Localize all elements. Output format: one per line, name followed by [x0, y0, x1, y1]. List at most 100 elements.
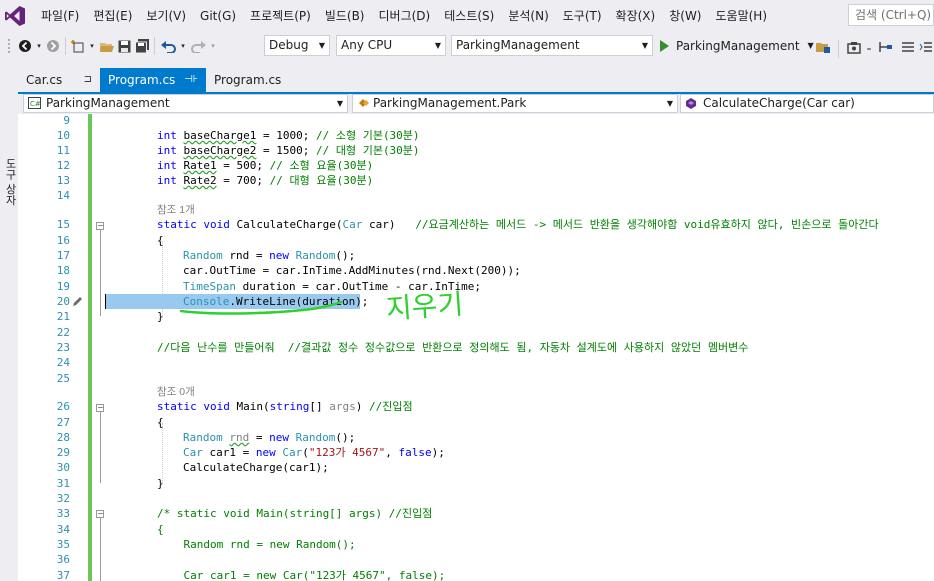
code-line-selected: 20 Console.WriteLine(duration);	[18, 294, 934, 309]
references-codelens[interactable]: 참조 0개	[157, 386, 195, 399]
tool-folder-icon[interactable]	[812, 36, 834, 58]
code-editor[interactable]: − − − 9 10 int baseCharge1 = 1000; // 소형…	[18, 114, 934, 581]
code-text: CalculateCharge(car1);	[183, 461, 329, 474]
code-line: 13 int Rate2 = 700; // 대형 요율(30분)	[18, 173, 934, 188]
code-line: 9	[18, 114, 934, 128]
chevron-down-icon: ▼	[641, 41, 648, 50]
code-line: 37 Car car1 = new Car("123가 4567", false…	[18, 568, 934, 581]
startup-project-value: ParkingManagement	[456, 38, 580, 52]
code-line: 29 Car car1 = new Car("123가 4567", false…	[18, 445, 934, 460]
undo-icon[interactable]	[158, 35, 178, 57]
line-number: 28	[56, 431, 70, 444]
configuration-dropdown[interactable]: Debug ▼	[264, 35, 330, 56]
code-line: 12 int Rate1 = 500; // 소형 요율(30분)	[18, 158, 934, 173]
code-text: int baseCharge1 = 1000; // 소형 기본(30분)	[157, 129, 420, 142]
start-debugging-button[interactable]: ParkingManagement ▼	[660, 35, 814, 56]
member-nav-value: CalculateCharge(Car car)	[703, 96, 855, 110]
menu-analyze[interactable]: 분석(N)	[501, 0, 555, 32]
tab-program-cs-active[interactable]: Program.cs ⊣⊦	[100, 68, 206, 92]
line-number: 32	[56, 492, 70, 505]
line-number: 35	[56, 538, 70, 551]
code-line: 35 Random rnd = new Random();	[18, 537, 934, 552]
code-text: Car car1 = new Car("123가 4567", false);	[183, 446, 445, 459]
code-line: 30 CalculateCharge(car1);	[18, 460, 934, 475]
chevron-down-icon: ▼	[666, 99, 673, 108]
configuration-value: Debug	[269, 38, 309, 52]
line-number: 25	[56, 372, 70, 385]
platform-dropdown[interactable]: Any CPU ▼	[336, 35, 446, 56]
line-number: 23	[56, 341, 70, 354]
line-number: 15	[56, 218, 70, 231]
menu-help[interactable]: 도움말(H)	[709, 0, 775, 32]
toolbar-separator	[65, 37, 66, 55]
startup-project-dropdown[interactable]: ParkingManagement ▼	[451, 35, 653, 56]
menu-extensions[interactable]: 확장(X)	[609, 0, 663, 32]
code-line: 11 int baseCharge2 = 1500; // 대형 기본(30분)	[18, 143, 934, 158]
code-text: int Rate2 = 700; // 대형 요율(30분)	[157, 174, 374, 187]
menu-test[interactable]: 테스트(S)	[437, 0, 501, 32]
new-project-icon[interactable]	[69, 35, 87, 57]
redo-icon[interactable]	[188, 35, 208, 57]
forward-icon[interactable]	[44, 35, 62, 57]
code-comment: //다음 난수를 만들어줘 //결과값 정수 정수값으로 반환으로 정의해도 됨…	[157, 341, 749, 354]
screenshot-icon[interactable]	[845, 36, 863, 58]
toolbox-tab[interactable]: 도구 상자	[2, 158, 18, 206]
tab-car-cs[interactable]: Car.cs ⊐	[18, 68, 100, 92]
line-number: 29	[56, 446, 70, 459]
back-dropdown-icon[interactable]: ▾	[34, 35, 44, 57]
code-line: 23 //다음 난수를 만들어줘 //결과값 정수 정수값으로 반환으로 정의해…	[18, 340, 934, 355]
menu-file[interactable]: 파일(F)	[34, 0, 86, 32]
new-dropdown-icon[interactable]: ▾	[87, 35, 97, 57]
code-comment: Random rnd = new Random();	[157, 538, 356, 551]
code-text: }	[157, 477, 164, 490]
menu-project[interactable]: 프로젝트(P)	[243, 0, 318, 32]
save-icon[interactable]	[115, 35, 133, 57]
handwritten-note: 지우기	[384, 287, 465, 326]
menu-debug[interactable]: 디버그(D)	[372, 0, 438, 32]
toolbar-overflow-icon[interactable]: ₌	[864, 38, 874, 60]
menu-edit[interactable]: 편집(E)	[86, 0, 139, 32]
list-icon[interactable]	[900, 36, 916, 58]
class-nav-value: ParkingManagement.Park	[373, 96, 527, 110]
tab-program-cs[interactable]: Program.cs	[206, 68, 296, 92]
code-line: 16 {	[18, 233, 934, 248]
step-icon[interactable]	[876, 36, 896, 58]
class-navigation-dropdown[interactable]: ParkingManagement.Park ▼	[352, 94, 678, 113]
save-all-icon[interactable]	[133, 35, 151, 57]
back-icon[interactable]	[16, 35, 34, 57]
code-line: 15 static void CalculateCharge(Car car) …	[18, 217, 934, 232]
code-line: 21 }	[18, 309, 934, 324]
menu-view[interactable]: 보기(V)	[139, 0, 193, 32]
code-line: 22	[18, 325, 934, 340]
line-number: 20	[56, 295, 70, 308]
svg-text:C#: C#	[30, 100, 41, 108]
chevron-down-icon: ▼	[336, 99, 343, 108]
code-text: }	[157, 310, 164, 323]
redo-dropdown-icon[interactable]: ▾	[208, 35, 218, 57]
pin-icon[interactable]: ⊐	[84, 68, 92, 92]
open-folder-icon[interactable]	[97, 35, 115, 57]
platform-value: Any CPU	[341, 38, 393, 52]
tab-label: Program.cs	[108, 73, 176, 87]
menu-tools[interactable]: 도구(T)	[556, 0, 609, 32]
line-number: 17	[56, 249, 70, 262]
undo-dropdown-icon[interactable]: ▾	[178, 35, 188, 57]
visual-studio-logo-icon[interactable]	[2, 3, 28, 29]
menu-git[interactable]: Git(G)	[193, 0, 243, 32]
references-codelens[interactable]: 참조 1개	[157, 204, 195, 217]
project-navigation-dropdown[interactable]: C# ParkingManagement ▼	[23, 94, 348, 113]
code-line: 25	[18, 371, 934, 386]
pin-icon[interactable]: ⊣⊦	[184, 68, 198, 92]
menu-window[interactable]: 창(W)	[662, 0, 708, 32]
line-number: 11	[56, 144, 70, 157]
line-number: 22	[56, 326, 70, 339]
search-input[interactable]: 검색 (Ctrl+Q)	[848, 4, 934, 26]
line-number: 18	[56, 264, 70, 277]
line-number: 36	[56, 553, 70, 566]
line-number: 24	[56, 356, 70, 369]
menu-build[interactable]: 빌드(B)	[318, 0, 372, 32]
member-navigation-dropdown[interactable]: CalculateCharge(Car car)	[680, 94, 934, 113]
indent-icon[interactable]	[918, 36, 934, 58]
code-line: 27 {	[18, 415, 934, 430]
chevron-down-icon: ▼	[434, 41, 441, 50]
